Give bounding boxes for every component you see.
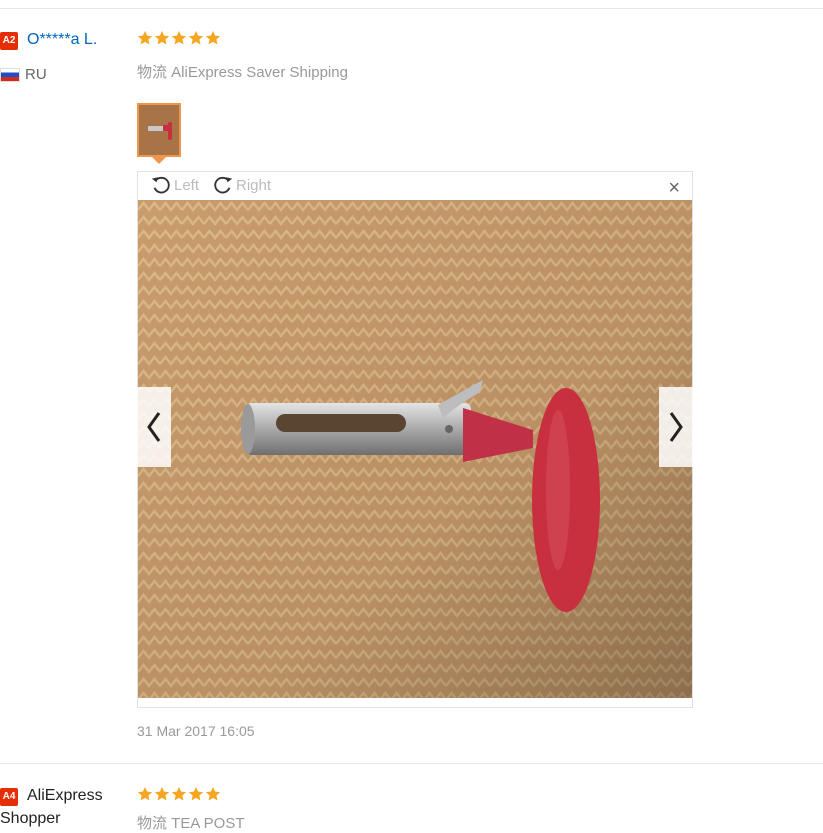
rotate-right-button[interactable]: Right [212,174,271,196]
reviewer-name-line1: AliExpress [27,787,103,804]
logistics-info: 物流 AliExpress Saver Shipping [137,64,348,81]
next-photo-button[interactable] [659,387,693,467]
close-icon[interactable]: × [668,178,680,198]
chevron-left-icon [147,412,161,442]
rotate-left-button[interactable]: Left [150,174,199,196]
star-icon [205,30,221,46]
reviewer-name[interactable]: O*****a L. [27,31,97,49]
star-icon [137,786,153,802]
star-rating [137,30,221,46]
star-icon [188,786,204,802]
chevron-right-icon [669,412,683,442]
review-photo [138,200,692,698]
star-icon [171,786,187,802]
rotate-left-icon [150,174,172,196]
previous-photo-button[interactable] [137,387,171,467]
review-divider [0,763,823,764]
star-icon [154,786,170,802]
thumbnail-pointer [152,157,166,164]
rotate-left-label: Left [174,176,200,194]
user-level-badge: A2 [0,32,18,50]
rotate-right-label: Right [236,176,272,194]
star-icon [188,30,204,46]
reviewer-country: RU [25,66,47,83]
star-icon [205,786,221,802]
rotate-right-icon [212,174,234,196]
top-divider [0,8,823,9]
reviewer-name-line2: Shopper [0,810,61,827]
star-icon [171,30,187,46]
reviewer-name: AliExpress [27,785,103,807]
photo-viewer: Left Right × [137,171,693,708]
star-icon [154,30,170,46]
user-level-badge: A4 [0,788,18,806]
star-icon [137,30,153,46]
star-rating [137,786,221,802]
viewer-toolbar: Left Right × [138,172,692,200]
review-photo-thumbnail[interactable] [137,103,181,157]
flag-icon [0,68,20,82]
review-date: 31 Mar 2017 16:05 [137,723,255,739]
